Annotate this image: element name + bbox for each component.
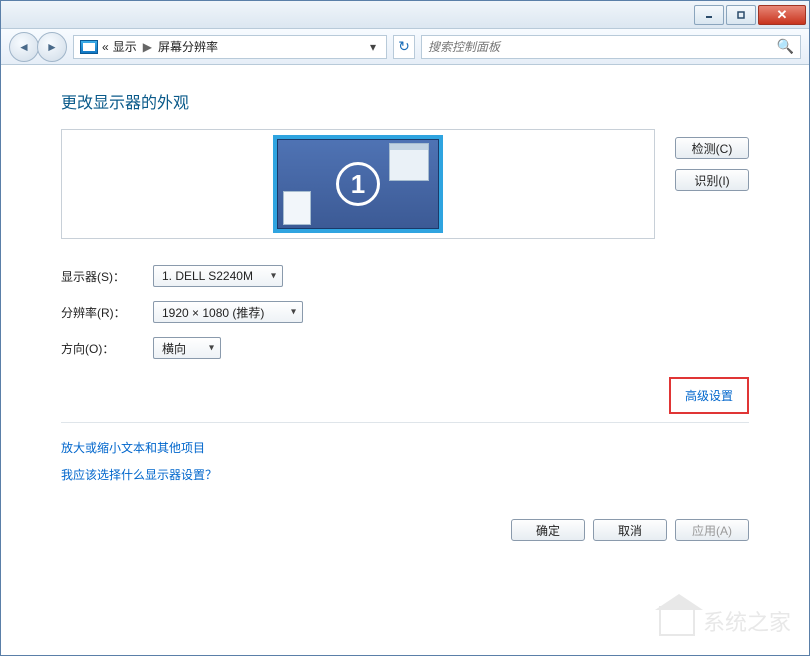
identify-button[interactable]: 识别(I) [675, 169, 749, 191]
orientation-row: 方向(O)： 横向 [61, 337, 749, 359]
nav-buttons: ◄ ► [9, 32, 67, 62]
close-icon: ✕ [777, 7, 788, 23]
close-button[interactable]: ✕ [758, 5, 806, 25]
advanced-row: 高级设置 [61, 377, 749, 414]
monitor-mini-window-b [283, 191, 311, 225]
maximize-icon [736, 10, 746, 20]
detect-button[interactable]: 检测(C) [675, 137, 749, 159]
side-buttons: 检测(C) 识别(I) [675, 137, 749, 191]
divider [61, 422, 749, 423]
breadcrumb[interactable]: « 显示 ▶ 屏幕分辨率 ▾ [73, 35, 387, 59]
advanced-highlight: 高级设置 [669, 377, 749, 414]
monitor-dropdown[interactable]: 1. DELL S2240M [153, 265, 283, 287]
back-button[interactable]: ◄ [9, 32, 39, 62]
resolution-value: 1920 × 1080 (推荐) [162, 304, 264, 321]
page-title: 更改显示器的外观 [61, 89, 749, 113]
monitor-label: 显示器(S)： [61, 268, 141, 285]
search-box[interactable]: 🔍 [421, 35, 801, 59]
search-input[interactable] [428, 40, 777, 54]
window: ✕ ◄ ► « 显示 ▶ 屏幕分辨率 ▾ ↻ 🔍 更改显示器的外观 [0, 0, 810, 656]
forward-icon: ► [46, 40, 58, 54]
monitor-preview-row: 1 检测(C) 识别(I) [61, 129, 749, 239]
footer-buttons: 确定 取消 应用(A) [61, 519, 749, 541]
breadcrumb-display[interactable]: 显示 [113, 38, 137, 55]
monitor-preview[interactable]: 1 [61, 129, 655, 239]
monitor-row: 显示器(S)： 1. DELL S2240M [61, 265, 749, 287]
refresh-button[interactable]: ↻ [393, 35, 415, 59]
watermark-house-icon [659, 606, 695, 636]
refresh-icon: ↻ [398, 38, 410, 55]
cancel-button[interactable]: 取消 [593, 519, 667, 541]
minimize-icon [704, 10, 714, 20]
advanced-settings-link[interactable]: 高级设置 [685, 389, 733, 403]
monitor-1[interactable]: 1 [273, 135, 443, 233]
monitor-value: 1. DELL S2240M [162, 269, 253, 283]
resolution-dropdown[interactable]: 1920 × 1080 (推荐) [153, 301, 303, 323]
monitor-mini-window-a [389, 143, 429, 181]
breadcrumb-resolution[interactable]: 屏幕分辨率 [158, 38, 218, 55]
navbar: ◄ ► « 显示 ▶ 屏幕分辨率 ▾ ↻ 🔍 [1, 29, 809, 65]
titlebar: ✕ [1, 1, 809, 29]
breadcrumb-dropdown-icon[interactable]: ▾ [366, 40, 380, 54]
resolution-label: 分辨率(R)： [61, 304, 141, 321]
apply-button[interactable]: 应用(A) [675, 519, 749, 541]
watermark-text: 系统之家 [703, 605, 791, 637]
content: 更改显示器的外观 1 检测(C) 识别(I) 显示器(S)： 1. DELL S… [1, 65, 809, 557]
orientation-value: 横向 [162, 340, 186, 357]
breadcrumb-prefix: « [102, 40, 109, 54]
help-links: 放大或缩小文本和其他项目 我应该选择什么显示器设置？ [61, 439, 749, 483]
maximize-button[interactable] [726, 5, 756, 25]
orientation-label: 方向(O)： [61, 340, 141, 357]
minimize-button[interactable] [694, 5, 724, 25]
resolution-row: 分辨率(R)： 1920 × 1080 (推荐) [61, 301, 749, 323]
ok-button[interactable]: 确定 [511, 519, 585, 541]
back-icon: ◄ [18, 40, 30, 54]
monitor-number: 1 [336, 162, 380, 206]
control-panel-icon [80, 40, 98, 54]
forward-button[interactable]: ► [37, 32, 67, 62]
which-settings-link[interactable]: 我应该选择什么显示器设置？ [61, 466, 749, 483]
orientation-dropdown[interactable]: 横向 [153, 337, 221, 359]
text-size-link[interactable]: 放大或缩小文本和其他项目 [61, 439, 749, 456]
watermark: 系统之家 [659, 605, 791, 637]
search-icon: 🔍 [777, 38, 794, 55]
breadcrumb-sep: ▶ [143, 40, 152, 54]
